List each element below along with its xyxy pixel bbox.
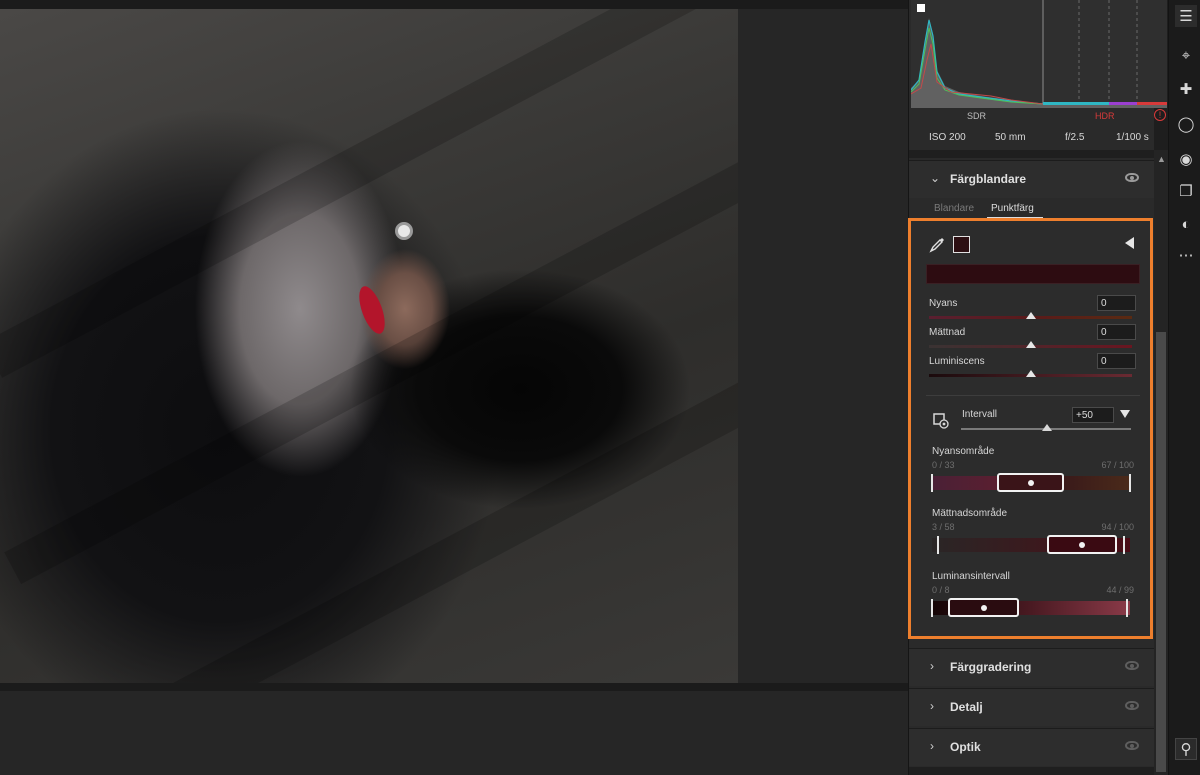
param-label: Mättnad [929,327,966,338]
param-value-input[interactable]: 0 [1097,295,1136,311]
tab-blandare[interactable]: Blandare [934,203,974,214]
intervall-value-input[interactable]: +50 [1072,407,1114,423]
dropdown-triangle-icon[interactable] [1120,410,1130,418]
chevron-right-icon: › [930,699,934,713]
section-color-mixer[interactable]: ⌄ Färgblandare [909,160,1155,198]
histogram[interactable] [911,0,1167,108]
range-low-value: 0 / 33 [932,460,955,470]
range-max-handle[interactable] [1123,536,1125,554]
param-slider-thumb[interactable] [1025,370,1036,377]
panel-separator [909,150,1155,158]
photo-ring [395,222,413,240]
panel-separator [909,767,1155,775]
param-slider-thumb[interactable] [1025,341,1036,348]
luminance-range[interactable]: Luminansintervall 0 / 8 44 / 99 [930,571,1136,627]
sampled-color-bar [926,264,1140,284]
range-center-knob[interactable] [997,473,1064,492]
hdr-label: HDR [1095,111,1115,121]
presets-stack-icon[interactable]: ❐ [1175,180,1197,202]
more-dots-icon[interactable]: ⋯ [1175,244,1197,266]
section-title: Färggradering [950,660,1032,674]
eye-icon[interactable] [1125,741,1139,750]
param-saturation[interactable]: Mättnad 0 [926,324,1140,356]
scroll-up-icon[interactable]: ▲ [1157,154,1166,164]
range-center-knob[interactable] [1047,535,1117,554]
param-slider-thumb[interactable] [1025,312,1036,319]
eye-icon[interactable] [1125,661,1139,670]
chevron-right-icon: › [930,659,934,673]
lightroom-window: SDR HDR ! ISO 200 50 mm f/2.5 1/100 s ⌄ … [0,0,1200,775]
param-label: Nyans [929,298,958,309]
eye-icon[interactable] [1125,701,1139,710]
intervall-slider-thumb[interactable] [1042,424,1052,431]
zoom-search-icon[interactable]: ⚲ [1175,738,1197,760]
range-high-value: 94 / 100 [1101,522,1134,532]
warning-circle-icon[interactable]: ! [1154,109,1166,121]
exif-iso: ISO 200 [929,132,966,143]
healing-bandage-icon[interactable]: ✚ [1175,78,1197,100]
param-luminance[interactable]: Luminiscens 0 [926,353,1140,385]
range-center-knob[interactable] [948,598,1019,617]
eyedropper-icon[interactable] [929,235,945,253]
canvas-bottom-border [0,683,908,691]
param-value-input[interactable]: 0 [1097,353,1136,369]
chevron-down-icon: ⌄ [930,171,941,185]
exif-aperture: f/2.5 [1065,132,1085,143]
range-label: Luminansintervall [932,571,1010,582]
panel-scrollbar[interactable]: ▲ [1154,150,1168,775]
sampled-color-swatch[interactable] [953,236,970,253]
section-title: Färgblandare [950,172,1027,186]
exif-shutter: 1/100 s [1116,132,1149,143]
photo-preview[interactable] [0,9,738,683]
sdr-label: SDR [967,111,987,121]
range-label: Mättnadsområde [932,508,1008,519]
range-label: Nyansområde [932,446,995,457]
sdr-hdr-row: SDR HDR ! [911,108,1167,126]
range-min-handle[interactable] [937,536,939,554]
crop-icon[interactable]: ⌖ [1175,44,1197,66]
range-high-value: 67 / 100 [1101,460,1134,470]
eye-icon[interactable] [1125,173,1139,182]
range-min-handle[interactable] [931,474,933,492]
param-hue[interactable]: Nyans 0 [926,295,1140,327]
scrollbar-thumb[interactable] [1156,332,1166,772]
section-title: Optik [950,740,981,754]
section-detail[interactable]: › Detalj [909,688,1155,726]
range-high-value: 44 / 99 [1106,585,1134,595]
red-eye-icon[interactable]: ◉ [1175,148,1197,170]
range-max-handle[interactable] [1126,599,1128,617]
tool-strip: ☰ ⌖ ✚ ◯ ◉ ❐ ◐ ⋯ ⚲ [1168,0,1200,775]
section-optics[interactable]: › Optik [909,728,1155,766]
saturation-range[interactable]: Mättnadsområde 3 / 58 94 / 100 [930,508,1136,564]
exif-info: ISO 200 50 mm f/2.5 1/100 s [909,128,1155,148]
photo-lips [354,283,390,337]
mask-circle-icon[interactable]: ◯ [1175,113,1197,135]
range-low-value: 3 / 58 [932,522,955,532]
param-value-input[interactable]: 0 [1097,324,1136,340]
chevron-right-icon: › [930,739,934,753]
canvas-top-border [0,0,908,9]
hue-range[interactable]: Nyansområde 0 / 33 67 / 100 [930,446,1136,502]
sliders-icon[interactable]: ☰ [1175,5,1197,27]
section-title: Detalj [950,700,983,714]
tab-punktfarg[interactable]: Punktfärg [991,203,1034,214]
param-label: Luminiscens [929,356,985,367]
divider [926,395,1140,396]
range-max-handle[interactable] [1129,474,1131,492]
range-low-value: 0 / 8 [932,585,950,595]
intervall-label: Intervall [962,409,998,420]
section-color-grading[interactable]: › Färggradering [909,648,1155,686]
collapse-triangle-icon[interactable] [1125,237,1134,249]
image-canvas[interactable] [0,0,908,775]
point-color-panel: Nyans 0 Mättnad 0 Luminiscens 0 Interval… [908,218,1153,639]
range-mask-icon[interactable] [933,413,949,429]
range-min-handle[interactable] [931,599,933,617]
color-circle-icon[interactable]: ◐ [1175,213,1197,235]
exif-focal-length: 50 mm [995,132,1026,143]
